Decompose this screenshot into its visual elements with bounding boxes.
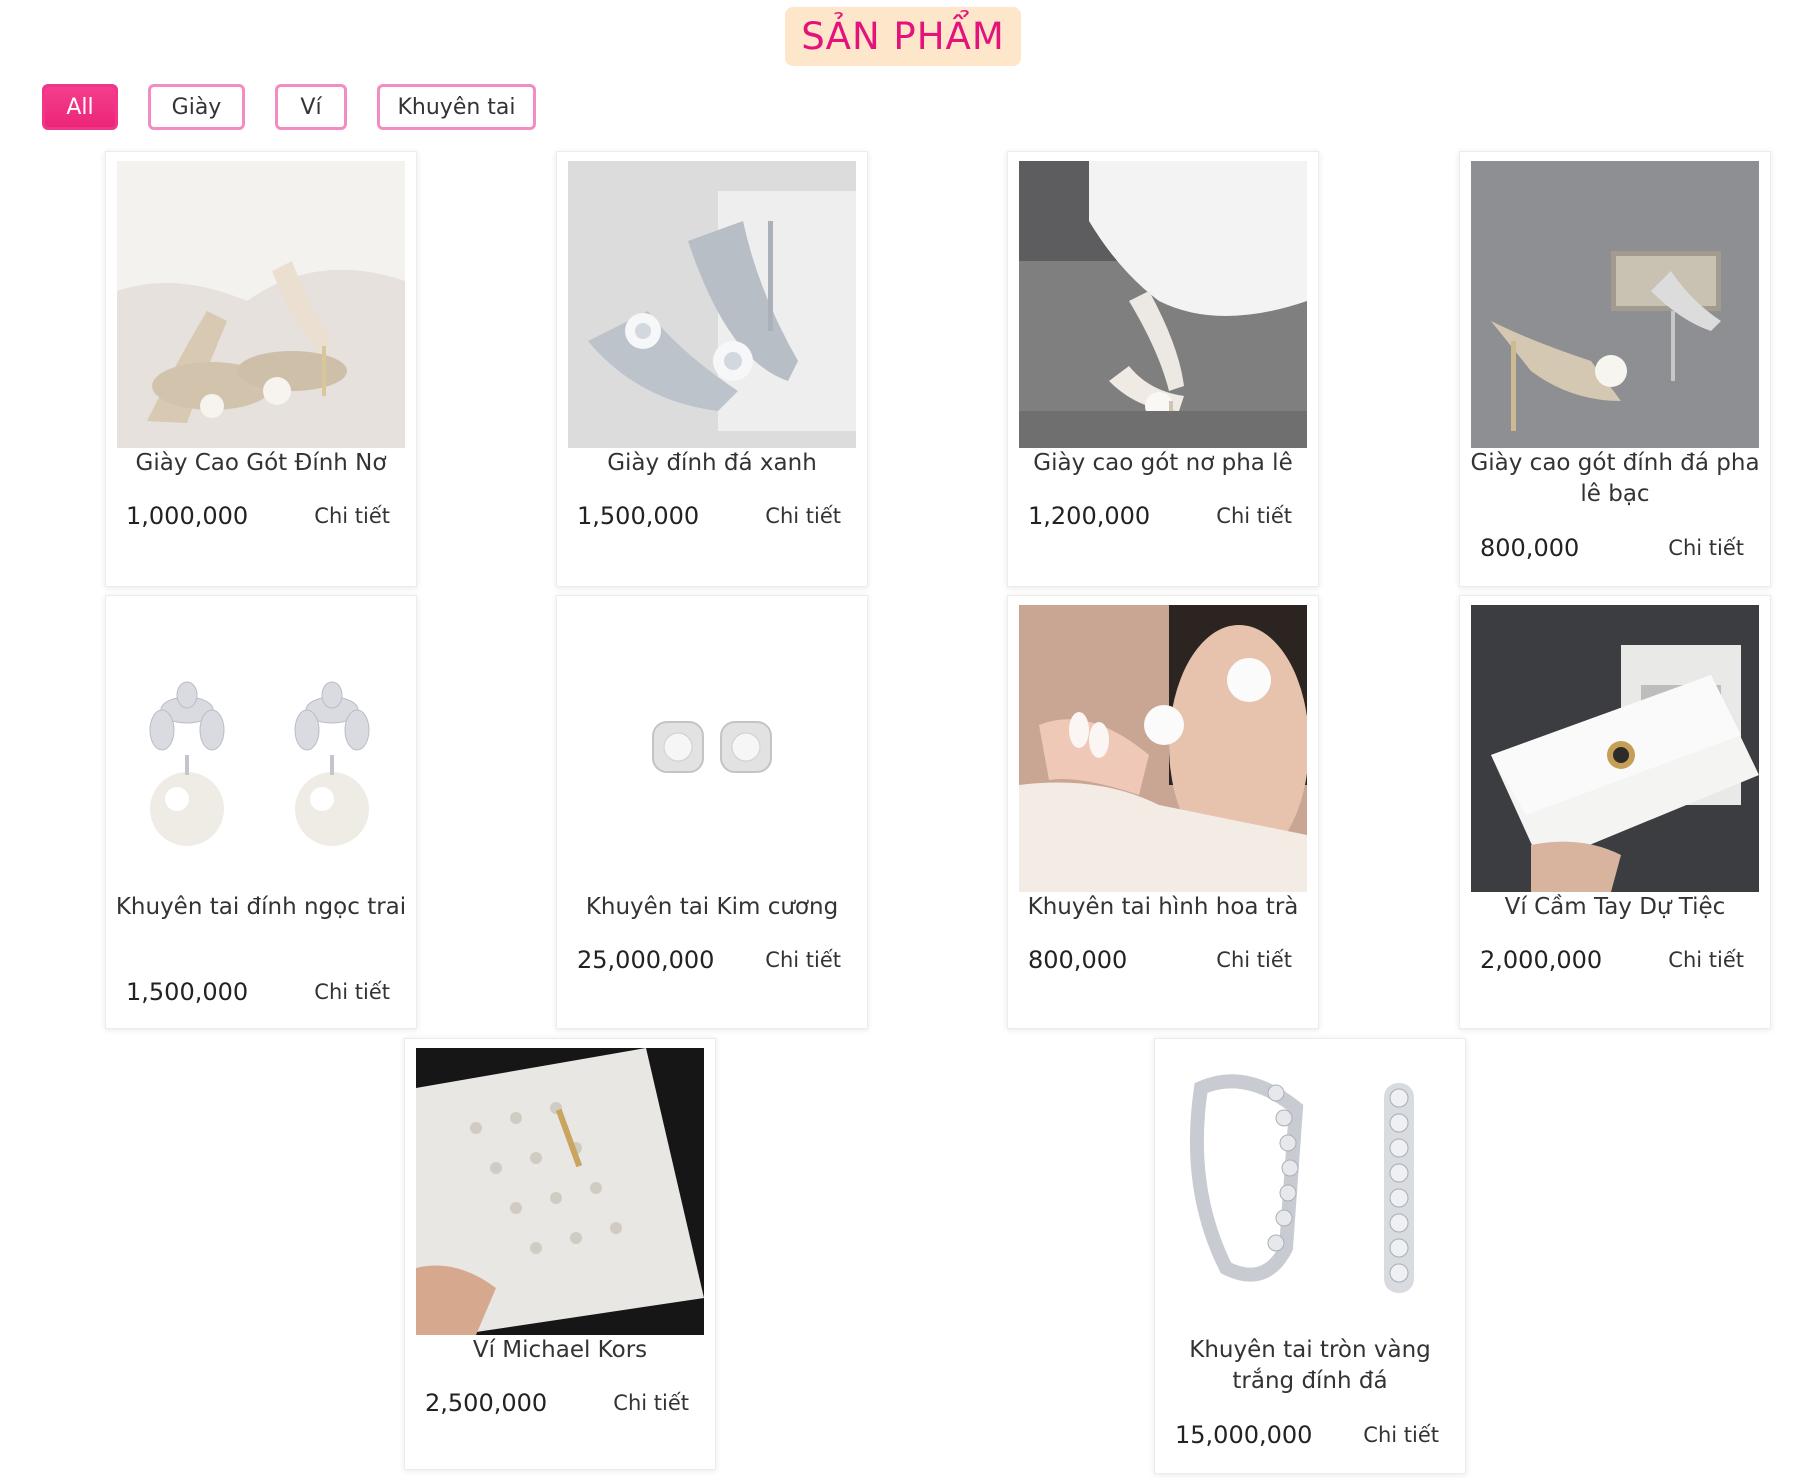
product-card[interactable]: Ví Michael Kors 2,500,000 Chi tiết xyxy=(404,1038,716,1470)
detail-link[interactable]: Chi tiết xyxy=(314,980,390,1004)
filter-wallet-button[interactable]: Ví xyxy=(275,84,347,130)
product-card[interactable]: Giày đính đá xanh 1,500,000 Chi tiết xyxy=(556,151,868,587)
product-image[interactable] xyxy=(1166,1048,1454,1335)
product-image[interactable] xyxy=(117,161,405,448)
product-image[interactable] xyxy=(1019,605,1307,892)
product-price: 2,500,000 xyxy=(425,1389,548,1417)
product-image[interactable] xyxy=(416,1048,704,1335)
detail-link[interactable]: Chi tiết xyxy=(1668,948,1744,972)
detail-link[interactable]: Chi tiết xyxy=(314,504,390,528)
product-card[interactable]: Giày Cao Gót Đính Nơ 1,000,000 Chi tiết xyxy=(105,151,417,587)
detail-link[interactable]: Chi tiết xyxy=(1216,504,1292,528)
page-title: SẢN PHẨM xyxy=(785,7,1021,66)
detail-link[interactable]: Chi tiết xyxy=(613,1391,689,1415)
detail-link[interactable]: Chi tiết xyxy=(1363,1423,1439,1447)
product-card[interactable]: Khuyên tai tròn vàng trắng đính đá 15,00… xyxy=(1154,1038,1466,1474)
product-image[interactable] xyxy=(1019,161,1307,448)
product-price: 25,000,000 xyxy=(577,946,715,974)
product-image[interactable] xyxy=(568,161,856,448)
product-card[interactable]: Khuyên tai đính ngọc trai 1,500,000 Chi … xyxy=(105,595,417,1029)
detail-link[interactable]: Chi tiết xyxy=(765,948,841,972)
product-name: Giày đính đá xanh xyxy=(607,450,817,476)
product-name: Ví Michael Kors xyxy=(472,1337,648,1363)
product-price: 800,000 xyxy=(1480,534,1580,562)
product-name: Ví Cầm Tay Dự Tiệc xyxy=(1504,894,1726,920)
product-name: Giày cao gót đính đá pha lê bạc xyxy=(1470,450,1760,507)
product-image[interactable] xyxy=(117,605,405,892)
title-wrap: SẢN PHẨM xyxy=(0,7,1806,66)
product-image[interactable] xyxy=(568,605,856,892)
product-name: Giày Cao Gót Đính Nơ xyxy=(135,450,387,476)
product-image[interactable] xyxy=(1471,605,1759,892)
detail-link[interactable]: Chi tiết xyxy=(765,504,841,528)
product-image[interactable] xyxy=(1471,161,1759,448)
detail-link[interactable]: Chi tiết xyxy=(1668,536,1744,560)
product-price: 1,500,000 xyxy=(577,502,700,530)
product-name: Khuyên tai Kim cương xyxy=(585,894,839,920)
product-price: 15,000,000 xyxy=(1175,1421,1313,1449)
filter-earrings-button[interactable]: Khuyên tai xyxy=(377,84,536,130)
product-name: Khuyên tai hình hoa trà xyxy=(1027,894,1299,920)
product-price: 2,000,000 xyxy=(1480,946,1603,974)
product-price: 800,000 xyxy=(1028,946,1128,974)
product-card[interactable]: Giày cao gót đính đá pha lê bạc 800,000 … xyxy=(1459,151,1771,587)
filter-shoes-button[interactable]: Giày xyxy=(148,84,245,130)
product-card[interactable]: Ví Cầm Tay Dự Tiệc 2,000,000 Chi tiết xyxy=(1459,595,1771,1029)
product-price: 1,500,000 xyxy=(126,978,249,1006)
product-name: Giày cao gót nơ pha lê xyxy=(1033,450,1293,476)
product-price: 1,000,000 xyxy=(126,502,249,530)
product-name: Khuyên tai tròn vàng trắng đính đá xyxy=(1189,1337,1431,1394)
products-page: SẢN PHẨM All Giày Ví Khuyên tai Giày Cao… xyxy=(0,0,1806,1478)
product-card[interactable]: Giày cao gót nơ pha lê 1,200,000 Chi tiế… xyxy=(1007,151,1319,587)
filter-all-button[interactable]: All xyxy=(42,84,118,130)
product-price: 1,200,000 xyxy=(1028,502,1151,530)
product-name: Khuyên tai đính ngọc trai xyxy=(115,894,407,920)
detail-link[interactable]: Chi tiết xyxy=(1216,948,1292,972)
product-card[interactable]: Khuyên tai Kim cương 25,000,000 Chi tiết xyxy=(556,595,868,1029)
product-card[interactable]: Khuyên tai hình hoa trà 800,000 Chi tiết xyxy=(1007,595,1319,1029)
